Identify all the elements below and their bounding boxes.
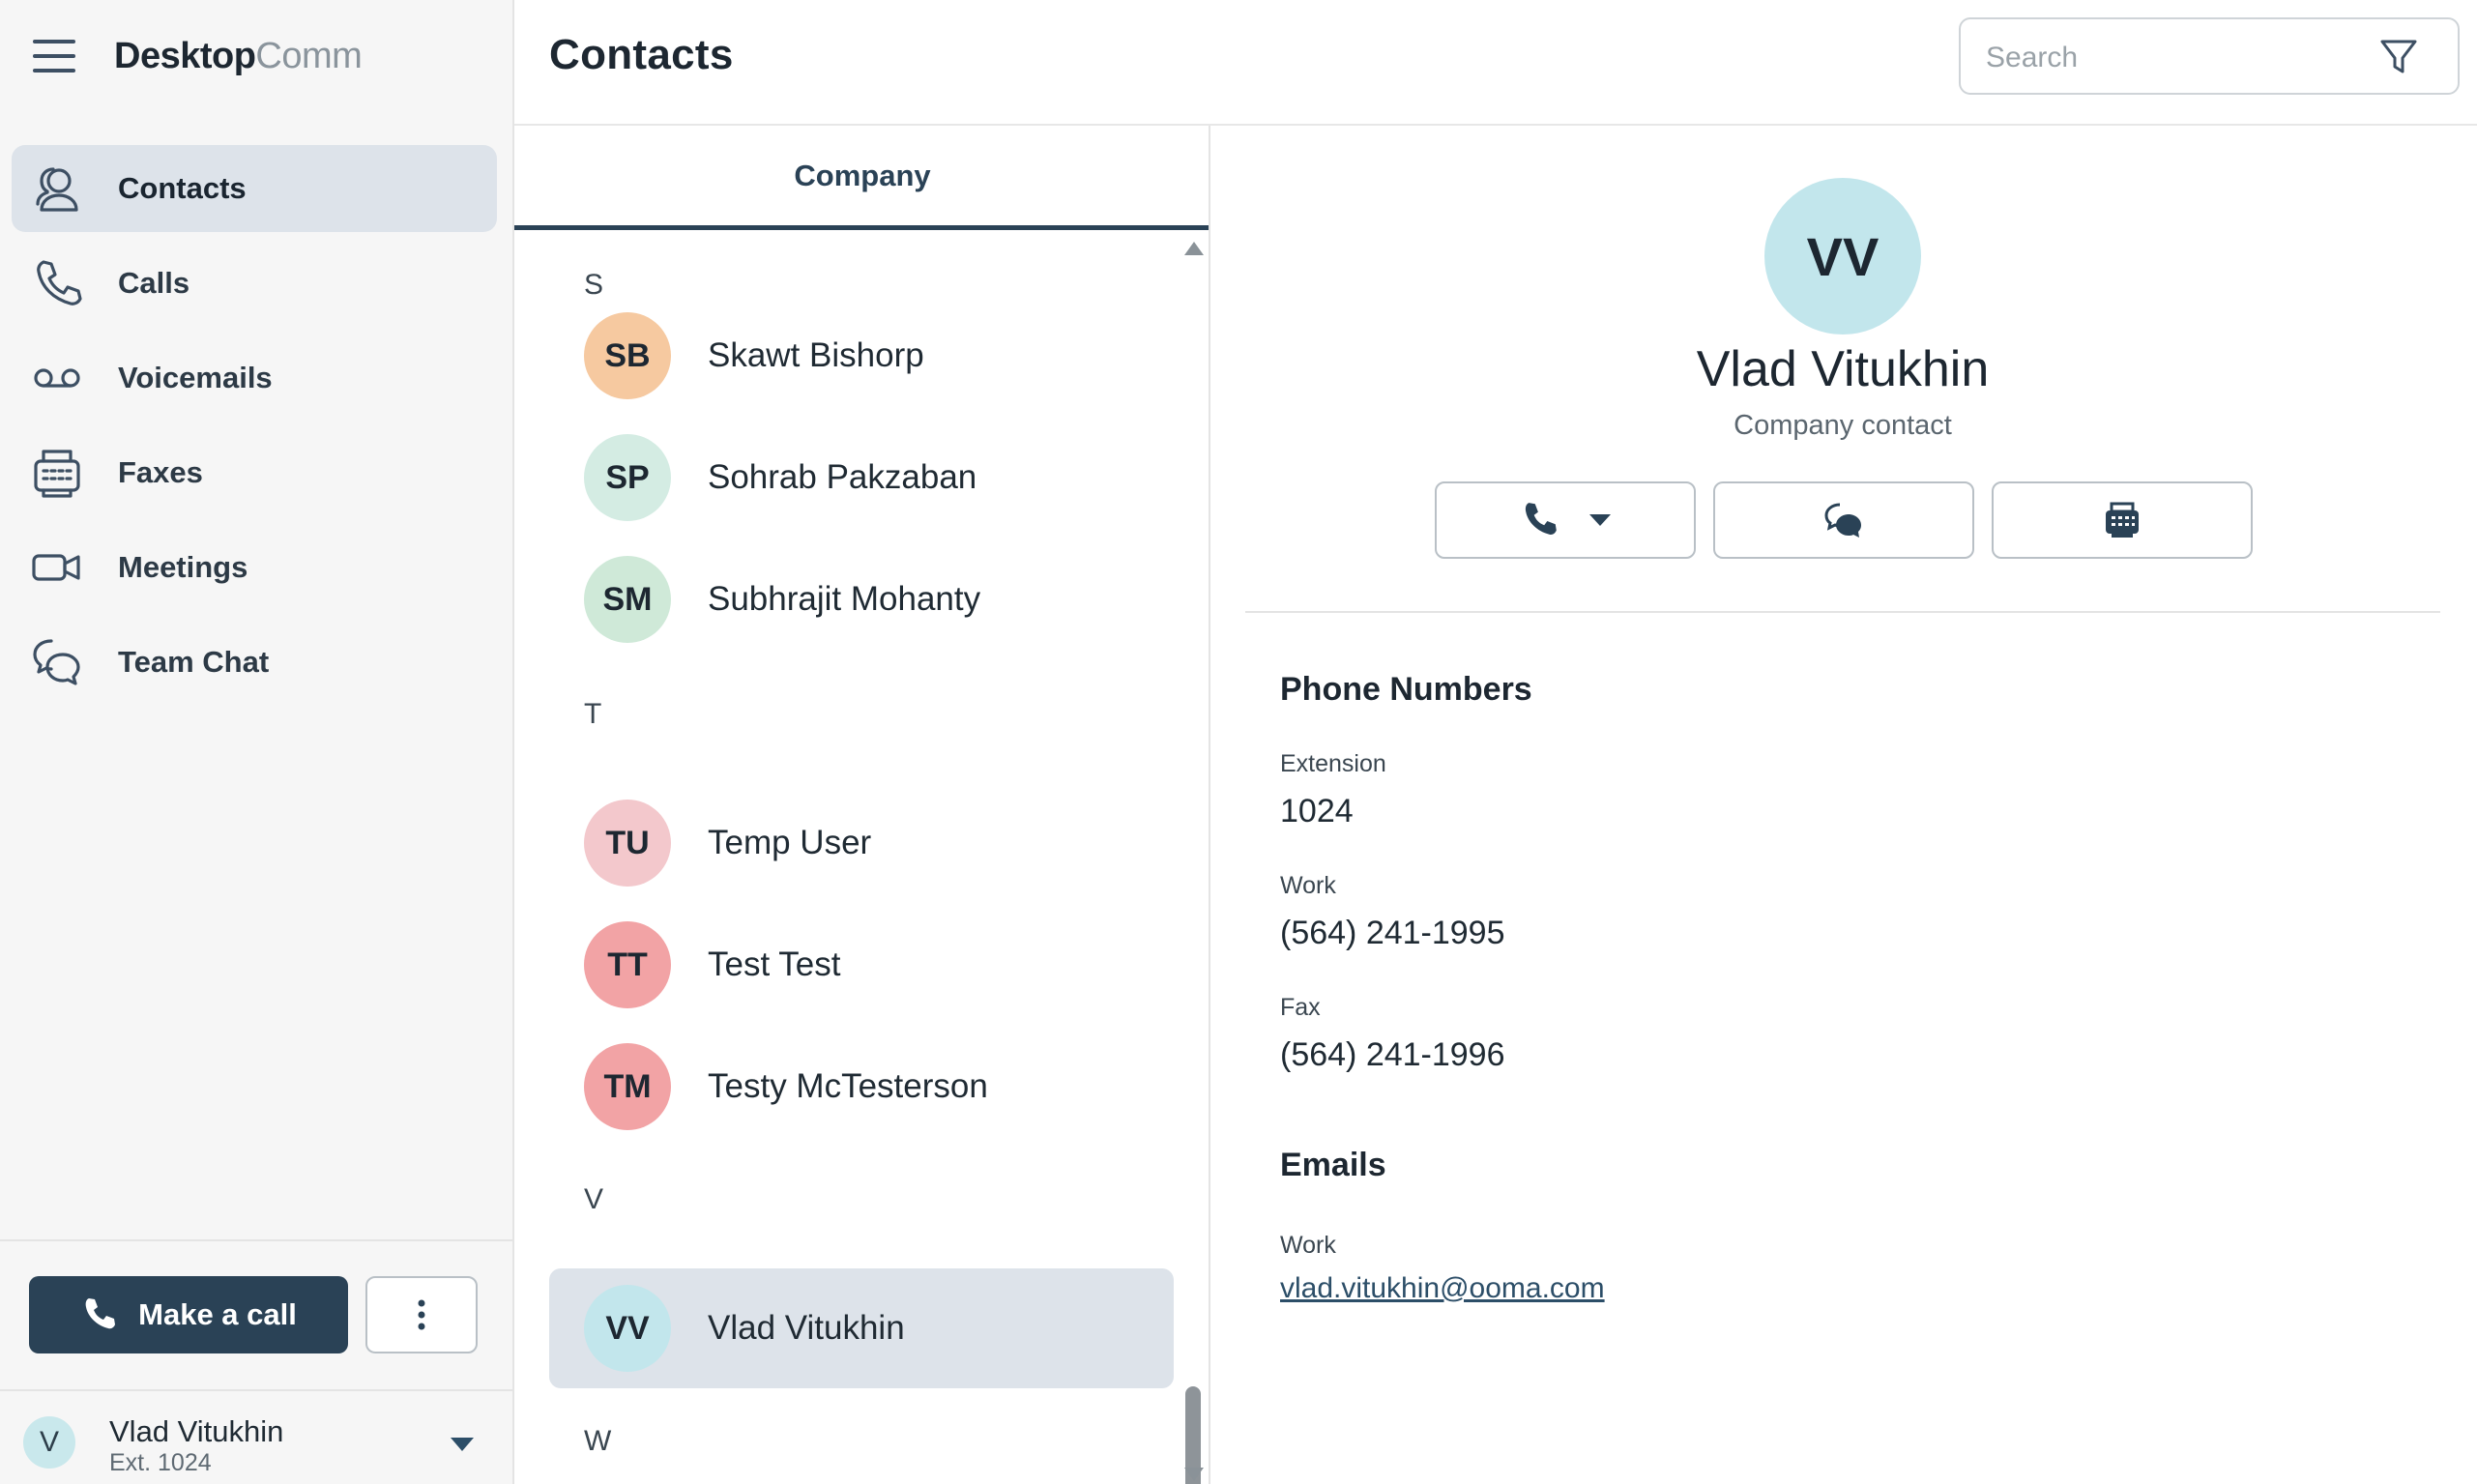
sidebar-item-label: Contacts [118,171,247,205]
logo-part-2: Comm [255,35,363,76]
section-header: V [584,1183,604,1215]
tab-label: Company [794,158,931,192]
avatar: SB [584,312,671,399]
list-item[interactable]: VV Vlad Vitukhin [549,1268,1174,1388]
avatar: SP [584,434,671,521]
sidebar-item-label: Calls [118,266,190,300]
phone-value[interactable]: 1024 [1280,793,1354,830]
sidebar-item-label: Meetings [118,550,248,584]
email-label: Work [1280,1232,1336,1259]
user-extension: Ext. 1024 [109,1449,212,1476]
avatar: TT [584,921,671,1008]
sidebar-item-team-chat[interactable]: Team Chat [12,619,497,706]
video-icon [29,539,85,596]
sidebar-item-label: Faxes [118,455,203,489]
logo-part-1: Desktop [114,35,256,76]
sidebar-item-calls[interactable]: Calls [12,240,497,327]
fax-icon [2106,502,2139,538]
list-item[interactable]: SB Skawt Bishorp [549,296,1174,416]
phone-icon [29,255,85,311]
list-item[interactable]: TU Temp User [549,783,1174,903]
voicemail-icon [29,350,85,406]
contacts-icon [29,160,85,217]
contact-name: Sohrab Pakzaban [708,458,977,496]
contact-name: Temp User [708,824,872,861]
sidebar-item-contacts[interactable]: Contacts [12,145,497,232]
contact-name: Test Test [708,946,841,983]
list-item[interactable]: TT Test Test [549,905,1174,1025]
contact-detail: VV Vlad Vitukhin Company contact Phone N… [1212,126,2477,1484]
sidebar-item-label: Voicemails [118,361,273,394]
avatar: TM [584,1043,671,1130]
call-button[interactable] [1435,481,1696,559]
avatar: V [23,1416,75,1469]
current-user[interactable]: V Vlad Vitukhin Ext. 1024 [0,1389,512,1484]
chat-icon [1824,503,1861,538]
vertical-dots-icon [418,1299,425,1330]
contact-name: Skawt Bishorp [708,336,924,374]
phone-numbers-heading: Phone Numbers [1280,671,1532,708]
detail-divider [1245,611,2440,613]
phone-label: Work [1280,872,1336,899]
contact-list: Company S SB Skawt Bishorp SP Sohrab Pak… [514,126,1210,1484]
user-name: Vlad Vitukhin [109,1414,284,1448]
chat-button[interactable] [1713,481,1974,559]
sidebar-nav: Contacts Calls Voicemails Faxes Meetings… [12,145,497,713]
phone-value[interactable]: (564) 241-1995 [1280,915,1505,952]
make-call-label: Make a call [138,1297,297,1331]
contact-name: Vlad Vitukhin [1696,341,1990,397]
list-item[interactable]: SP Sohrab Pakzaban [549,418,1174,538]
sidebar-item-meetings[interactable]: Meetings [12,524,497,611]
avatar: TU [584,800,671,887]
search-box[interactable] [1959,17,2460,95]
avatar: SM [584,556,671,643]
fax-button[interactable] [1992,481,2253,559]
contact-name: Testy McTesterson [708,1067,988,1105]
make-call-button[interactable]: Make a call [29,1276,348,1353]
contact-type: Company contact [1734,410,1952,441]
contact-name: Subhrajit Mohanty [708,580,981,618]
phone-value[interactable]: (564) 241-1996 [1280,1036,1505,1074]
avatar: VV [584,1285,671,1372]
search-input[interactable] [1986,37,2353,79]
list-item[interactable]: SM Subhrajit Mohanty [549,539,1174,659]
avatar: VV [1764,178,1921,335]
tab-company[interactable]: Company [514,126,1209,230]
phone-icon [85,1298,116,1329]
scrollbar[interactable] [1181,238,1204,1484]
app-logo: DesktopComm [114,35,363,77]
more-options-button[interactable] [365,1276,478,1353]
sidebar-item-label: Team Chat [118,645,270,679]
filter-icon[interactable] [2376,35,2421,79]
chat-icon [29,634,85,690]
fax-icon [29,445,85,501]
contact-name: Vlad Vitukhin [708,1309,905,1347]
brand-bar: DesktopComm [33,29,363,83]
phone-label: Extension [1280,750,1386,777]
page-title: Contacts [549,31,734,78]
emails-heading: Emails [1280,1147,1386,1183]
scroll-up-arrow-icon[interactable] [1184,242,1204,255]
section-header: W [584,1425,612,1457]
section-header: T [584,698,602,730]
chevron-down-icon [1589,514,1611,526]
sidebar-item-voicemails[interactable]: Voicemails [12,335,497,422]
phone-icon [1525,503,1557,535]
phone-label: Fax [1280,994,1321,1021]
chevron-down-icon[interactable] [451,1438,474,1451]
sidebar: DesktopComm Contacts Calls Voicemails Fa… [0,0,514,1484]
call-area: Make a call [0,1239,512,1389]
email-link[interactable]: vlad.vitukhin@ooma.com [1280,1272,1605,1305]
hamburger-menu-icon[interactable] [33,40,75,73]
sidebar-item-faxes[interactable]: Faxes [12,429,497,516]
list-item[interactable]: TM Testy McTesterson [549,1027,1174,1147]
scroll-down-arrow-icon[interactable] [1184,1468,1204,1481]
